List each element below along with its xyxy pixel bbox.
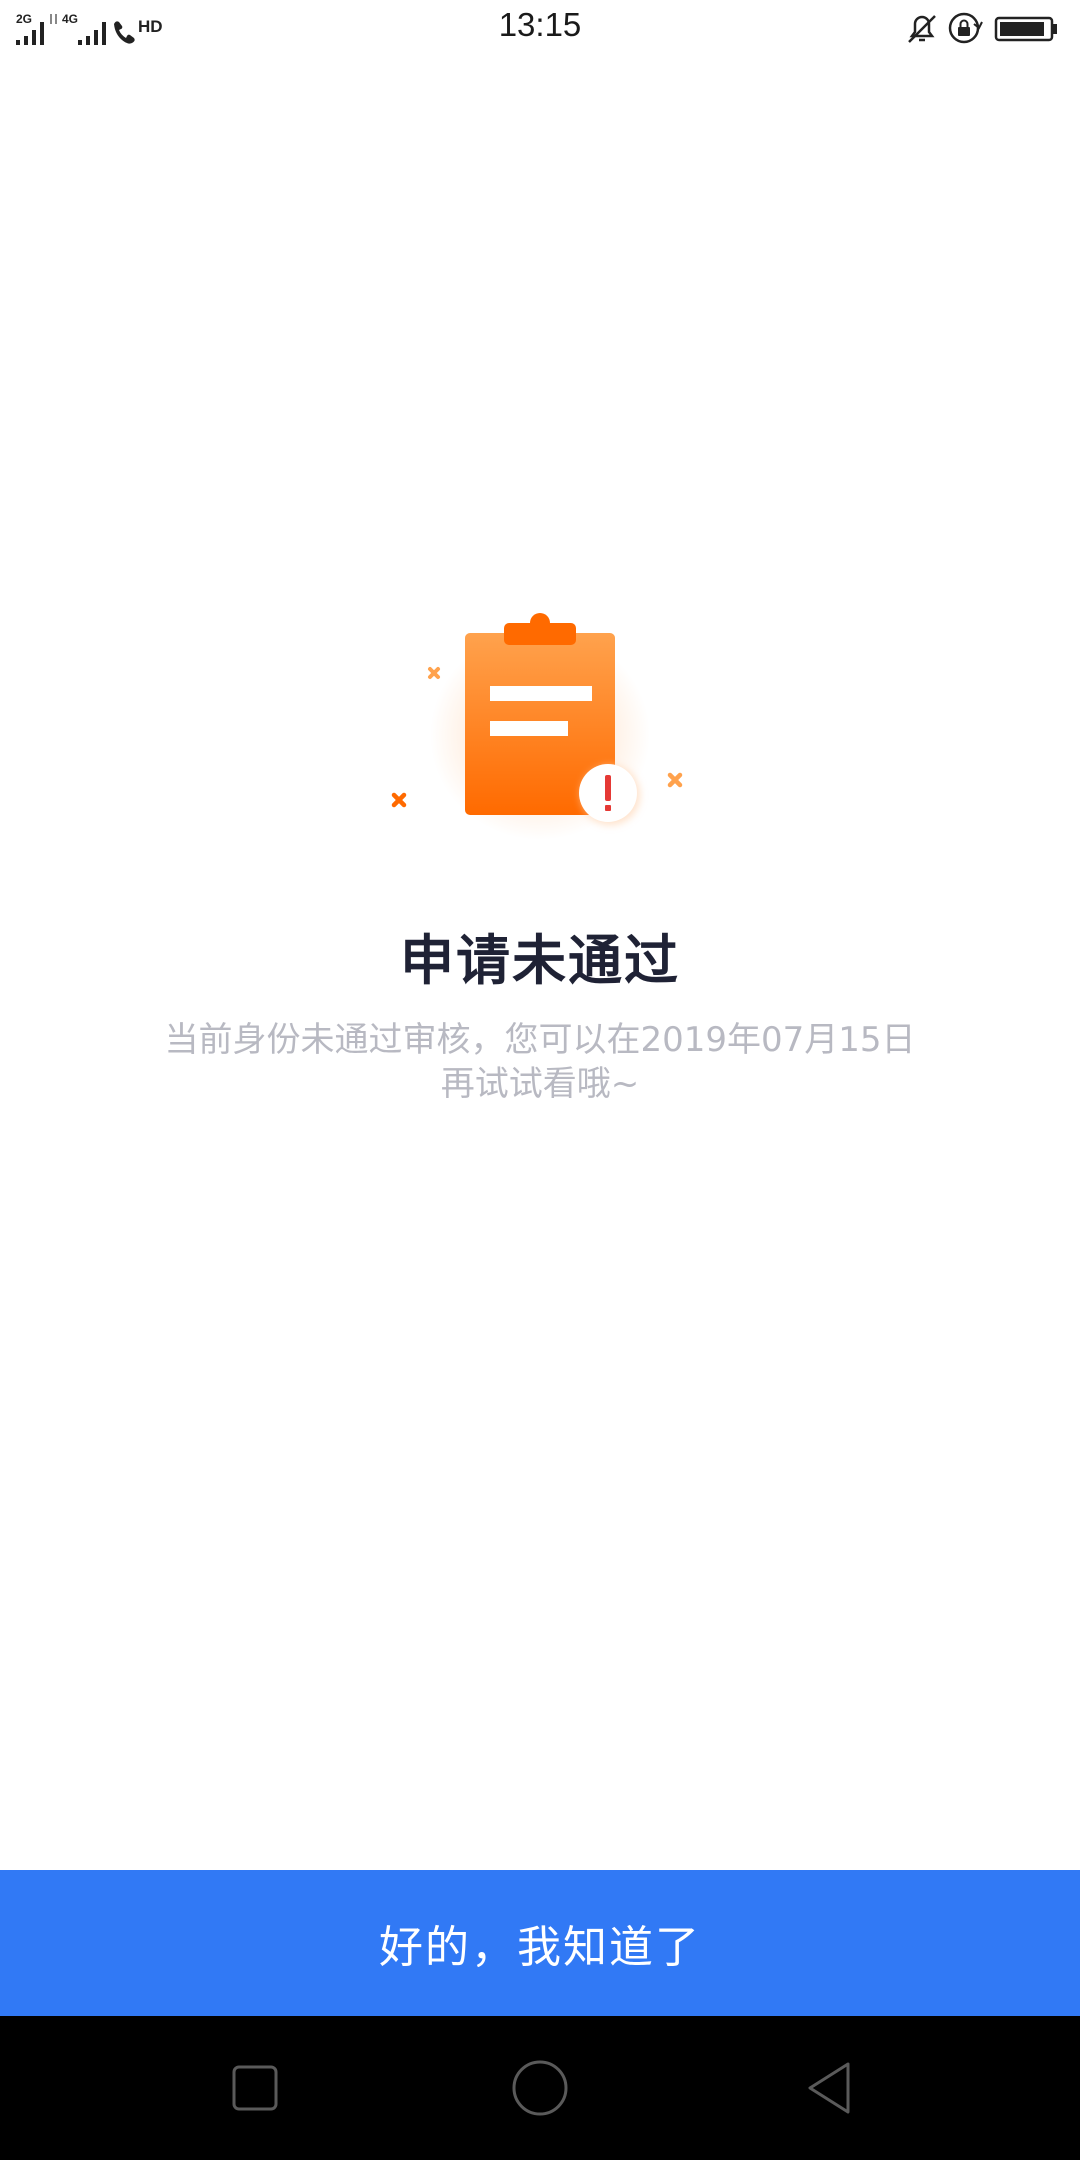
status-bar: 2G 4G HD 13:15: [0, 0, 1080, 56]
circle-icon: [512, 2060, 568, 2116]
clipboard-line: [490, 686, 592, 701]
result-title: 申请未通过: [400, 929, 680, 992]
result-description-line: 再试试看哦~: [440, 1064, 640, 1104]
square-icon: [232, 2065, 278, 2111]
clipboard-line: [490, 721, 568, 736]
system-status: [904, 10, 1064, 46]
home-button[interactable]: [500, 2048, 580, 2128]
recent-apps-button[interactable]: [215, 2048, 295, 2128]
back-button[interactable]: [790, 2048, 870, 2128]
app-screen: 2G 4G HD 13:15 申请未通过 当前身份未通过审核，您可以在2019年…: [0, 0, 1080, 2160]
exclamation-icon: [605, 775, 611, 801]
back-triangle-icon: [808, 2062, 850, 2114]
decor-cross-icon: [667, 772, 683, 788]
bell-muted-icon: [908, 15, 936, 43]
decor-cross-icon: [428, 667, 440, 679]
result-description-line: 当前身份未通过审核，您可以在2019年07月15日: [164, 1020, 916, 1060]
clipboard-warning-illustration: [380, 605, 700, 845]
navigation-bar: [0, 2016, 1080, 2160]
decor-cross-icon: [391, 792, 407, 808]
battery-icon: [994, 16, 1057, 42]
clipboard-warning-icon: [391, 613, 683, 840]
result-description: 当前身份未通过审核，您可以在2019年07月15日 再试试看哦~: [140, 1018, 940, 1106]
rotation-lock-icon: [948, 12, 983, 44]
confirm-button[interactable]: 好的，我知道了: [0, 1870, 1080, 2016]
confirm-button-label: 好的，我知道了: [379, 1922, 701, 1973]
